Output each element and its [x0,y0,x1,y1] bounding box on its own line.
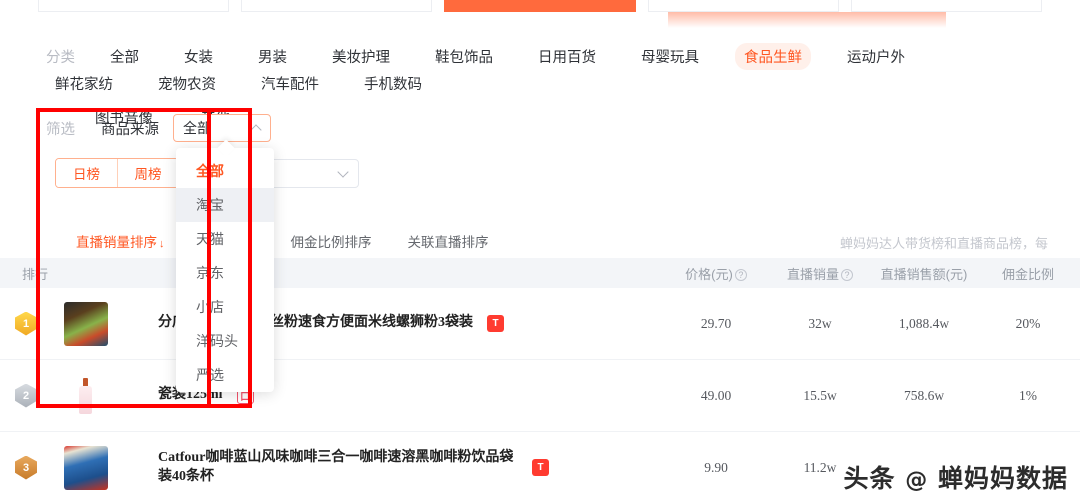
top-tab-5[interactable] [850,0,1043,12]
dropdown-option-tmall[interactable]: 天猫 [176,222,274,256]
rank-medal-cell: 1 [0,311,52,336]
category-item-mens[interactable]: 男装 [249,43,296,70]
tab-weekly-rank[interactable]: 周榜 [117,159,178,187]
dropdown-option-all[interactable]: 全部 [176,154,274,188]
source-filter-row: 筛选 商品来源 全部 [46,114,271,142]
chevron-down-icon [338,168,348,178]
cell-commission: 1% [1019,387,1037,403]
product-source-dropdown[interactable]: 全部 淘宝 天猫 京东 小店 洋码头 严选 [176,148,274,392]
product-thumbnail[interactable] [64,445,108,490]
th-price: 价格(元)? [664,264,768,283]
sort-live-sales[interactable]: 直播销量排序 ↓ [76,231,165,251]
th-commission: 佣金比例 [1001,266,1054,282]
filter-label: 筛选 [46,121,75,138]
category-item-pets-agri[interactable]: 宠物农资 [149,70,225,97]
taobao-icon: T [532,459,549,476]
category-item-phone-digital[interactable]: 手机数码 [355,70,431,97]
rank-medal-cell: 3 [0,455,52,480]
sort-options-row: 直播销量排序↓ 价格排序 佣金比例排序 关联直播排序 蝉妈妈达人带货榜和直播商品… [0,222,1080,260]
th-live-amount: 直播销售额(元) [880,266,968,282]
sort-row-note: 蝉妈妈达人带货榜和直播商品榜，每 [840,236,1049,251]
question-circle-icon[interactable]: ? [734,268,747,281]
dropdown-option-taobao[interactable]: 淘宝 [176,188,274,222]
th-live-sales-label: 直播销量 [786,266,839,282]
rank-medal-cell: 2 [0,383,52,408]
table-row[interactable]: 1 分广西特产柳州螺丝粉速食方便面米线螺狮粉3袋装 T 29.70 32w 1,… [0,288,1080,360]
top-tab-2[interactable] [241,0,433,12]
dropdown-option-xiaodian[interactable]: 小店 [176,290,274,324]
product-source-value: 全部 [183,120,211,136]
th-live-sales: 直播销量? [768,264,872,283]
th-price-label: 价格(元) [685,266,733,282]
cell-price: 29.70 [700,315,732,331]
cell-price: 49.00 [700,387,732,403]
taobao-icon: T [487,315,504,332]
watermark-name: 蝉妈妈数据 [937,464,1068,493]
watermark-prefix: 头条 [843,464,896,493]
table-header-row: 排行 价格(元)? 直播销量? 直播销售额(元) 佣金比例 [0,258,1080,288]
category-item-all[interactable]: 全部 [101,43,148,70]
rank-period-segment: 日榜 周榜 [55,158,179,188]
dropdown-option-yanxuan[interactable]: 严选 [176,358,274,392]
tab-daily-rank[interactable]: 日榜 [56,159,117,187]
watermark: 头条 @ 蝉妈妈数据 [844,459,1068,495]
category-item-womens[interactable]: 女装 [175,43,222,70]
category-item-baby-toys[interactable]: 母婴玩具 [632,43,708,70]
cell-live-sales: 32w [808,315,832,331]
active-tab-glow [668,12,946,28]
dropdown-option-list: 全部 淘宝 天猫 京东 小店 洋码头 严选 [176,148,274,392]
gold-medal-icon: 1 [15,311,37,336]
product-source-select[interactable]: 全部 [173,114,271,142]
sort-commission[interactable]: 佣金比例排序 [291,231,372,251]
watermark-at-symbol: @ [905,468,929,493]
category-item-shoes-bags[interactable]: 鞋包饰品 [426,43,502,70]
table-row[interactable]: 2 瓷装125ml 口 49.00 15.5w 758.6w 1% [0,360,1080,432]
category-item-auto-parts[interactable]: 汽车配件 [252,70,328,97]
dropdown-option-jd[interactable]: 京东 [176,256,274,290]
cell-live-amount: 758.6w [903,387,945,403]
bronze-medal-icon: 3 [15,455,37,480]
category-item-food-fresh[interactable]: 食品生鲜 [735,43,811,70]
top-tab-strip [0,0,1080,12]
question-circle-icon[interactable]: ? [841,268,853,281]
sort-related-live[interactable]: 关联直播排序 [408,231,489,251]
cell-live-sales: 15.5w [803,387,837,403]
category-item-beauty[interactable]: 美妆护理 [323,43,399,70]
product-source-label: 商品来源 [101,121,159,138]
cell-commission: 20% [1015,315,1041,331]
top-tab-1[interactable] [38,0,230,12]
chevron-up-icon [251,123,261,133]
top-tab-3-active[interactable] [444,0,636,12]
product-thumbnail[interactable] [64,301,108,346]
sort-direction-arrow-icon: ↓ [159,238,165,250]
silver-medal-icon: 2 [15,383,37,408]
category-item-flowers-textiles[interactable]: 鲜花家纺 [46,70,122,97]
category-line-1: 分类 全部 女装 男装 美妆护理 鞋包饰品 日用百货 母婴玩具 食品生鲜 运动户… [46,43,1034,97]
product-title[interactable]: Catfour咖啡蓝山风味咖啡三合一咖啡速溶黑咖啡粉饮品袋装40条杯 [158,449,518,487]
category-label: 分类 [46,50,75,66]
cell-live-amount: 1,088.4w [898,315,950,331]
product-thumbnail[interactable] [64,373,108,418]
dropdown-option-yangmatou[interactable]: 洋码头 [176,324,274,358]
category-item-household[interactable]: 日用百货 [529,43,605,70]
th-rank: 排行 [22,266,49,282]
top-tab-4[interactable] [647,0,839,12]
category-item-sports-outdoor[interactable]: 运动户外 [838,43,914,70]
sort-live-sales-label: 直播销量排序 [76,235,157,250]
cell-price: 9.90 [704,459,728,475]
